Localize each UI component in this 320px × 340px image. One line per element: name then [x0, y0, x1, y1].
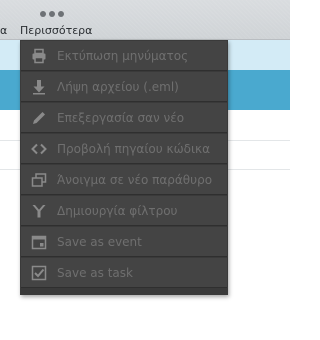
more-button-label: Περισσότερα: [20, 24, 93, 37]
calendar-icon: [31, 234, 47, 250]
three-dots-icon: [40, 11, 67, 17]
menu-item-label: Προβολή πηγαίου κώδικα: [57, 141, 211, 156]
toolbar: α Περισσότερα: [0, 0, 290, 40]
menu-item-view-source[interactable]: Προβολή πηγαίου κώδικα: [21, 134, 227, 164]
menu-item-label: Save as task: [57, 265, 133, 280]
toolbar-edge-label: α: [0, 24, 8, 37]
menu-item-save-as-event[interactable]: Save as event: [21, 227, 227, 257]
menu-item-edit-as-new[interactable]: Επεξεργασία σαν νέο: [21, 103, 227, 133]
menu-item-label: Επεξεργασία σαν νέο: [57, 110, 185, 125]
menu-item-label: Εκτύπωση μηνύματος: [57, 48, 189, 63]
menu-item-label: Λήψη αρχείου (.eml): [57, 79, 179, 94]
new-window-icon: [31, 172, 47, 188]
menu-item-download-eml[interactable]: Λήψη αρχείου (.eml): [21, 72, 227, 102]
mail-view: α Περισσότερα Εκτύπωση μηνύματος Λήψη αρ…: [0, 0, 290, 340]
code-icon: [31, 141, 47, 157]
printer-icon: [31, 48, 47, 64]
menu-item-label: Άνοιγμα σε νέο παράθυρο: [57, 172, 213, 187]
checkbox-icon: [31, 265, 47, 281]
menu-item-label: Save as event: [57, 234, 142, 249]
menu-item-print[interactable]: Εκτύπωση μηνύματος: [21, 41, 227, 71]
download-icon: [31, 79, 47, 95]
menu-item-create-filter[interactable]: Δημιουργία φίλτρου: [21, 196, 227, 226]
more-button[interactable]: Περισσότερα: [20, 8, 94, 38]
menu-item-save-as-task[interactable]: Save as task: [21, 258, 227, 288]
more-dropdown-menu: Εκτύπωση μηνύματος Λήψη αρχείου (.eml) Ε…: [20, 40, 228, 295]
pencil-icon: [31, 110, 47, 126]
menu-item-label: Δημιουργία φίλτρου: [57, 203, 178, 218]
filter-icon: [31, 203, 47, 219]
menu-item-open-new-window[interactable]: Άνοιγμα σε νέο παράθυρο: [21, 165, 227, 195]
